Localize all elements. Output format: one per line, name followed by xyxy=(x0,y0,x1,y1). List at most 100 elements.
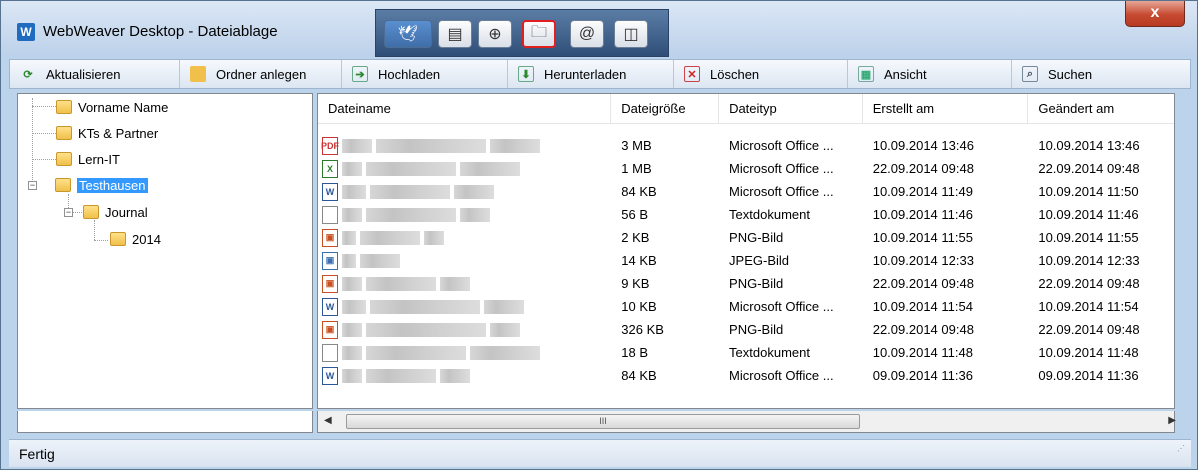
column-header-name[interactable]: Dateiname xyxy=(318,94,612,124)
folder-icon xyxy=(83,205,99,219)
email-icon[interactable]: @ xyxy=(570,20,604,48)
modified-date-cell: 10.09.2014 11:54 xyxy=(1038,299,1139,314)
app-window: W WebWeaver Desktop - Dateiablage 🕊 ▤ ⊕ … xyxy=(0,0,1198,470)
storage-icon[interactable]: ◫ xyxy=(614,20,648,48)
tree-item-label: Testhausen xyxy=(77,177,148,193)
redacted-filename xyxy=(490,322,520,337)
modified-date-cell: 10.09.2014 11:55 xyxy=(1038,230,1139,245)
delete-icon: ✕ xyxy=(684,66,700,82)
redacted-filename xyxy=(366,207,456,222)
message-icon[interactable]: ▤ xyxy=(438,20,472,48)
modified-date-cell: 22.09.2014 09:48 xyxy=(1038,322,1140,337)
created-date-cell: 10.09.2014 11:54 xyxy=(872,299,973,314)
redacted-filename xyxy=(342,253,356,268)
table-row[interactable]: ▣ 2 KB PNG-Bild 10.09.2014 11:55 10.09.2014 … xyxy=(318,226,1174,249)
column-header-created[interactable]: Erstellt am xyxy=(863,94,1029,124)
table-row[interactable]: 18 B Textdokument 10.09.2014 11:48 10.09.20… xyxy=(318,341,1174,364)
excel-icon: X xyxy=(322,159,338,178)
new-folder-button[interactable]: Ordner anlegen xyxy=(180,60,342,88)
file-type-cell: Microsoft Office ... xyxy=(729,184,834,199)
horizontal-scrollbar[interactable]: ◀ III ▶ xyxy=(317,411,1176,433)
resize-grip-icon[interactable]: ⋰ xyxy=(1177,435,1185,463)
file-name-cell: ▣ xyxy=(318,320,611,339)
word-icon: W xyxy=(322,366,338,385)
close-button[interactable]: x xyxy=(1125,1,1185,27)
tree-footer xyxy=(17,411,313,433)
file-list[interactable]: Dateiname Dateigröße Dateityp Erstellt a… xyxy=(317,93,1175,409)
view-icon: ▦ xyxy=(858,66,874,82)
redacted-filename xyxy=(440,368,470,383)
search-button[interactable]: ⌕ Suchen xyxy=(1012,60,1190,88)
globe-icon[interactable]: ⊕ xyxy=(478,20,512,48)
webweaver-logo-icon[interactable]: 🕊 xyxy=(384,20,432,48)
redacted-filename xyxy=(342,207,362,222)
scroll-left-icon[interactable]: ◀ xyxy=(324,415,332,426)
table-row[interactable]: PDF 3 MB Microsoft Office ... 10.09.2014 13… xyxy=(318,134,1174,157)
tree-item-label: Journal xyxy=(105,204,148,220)
refresh-button[interactable]: ⟳ Aktualisieren xyxy=(10,60,180,88)
download-icon: ⬇ xyxy=(518,66,534,82)
file-type-cell: Textdokument xyxy=(729,207,810,222)
download-label: Herunterladen xyxy=(544,66,627,82)
file-size-cell: 3 MB xyxy=(621,138,652,153)
table-row[interactable]: ▣ 14 KB JPEG-Bild 10.09.2014 12:33 10.09.201… xyxy=(318,249,1174,272)
new-folder-icon xyxy=(190,66,206,82)
file-type-cell: Microsoft Office ... xyxy=(729,299,834,314)
redacted-filename xyxy=(490,138,540,153)
file-size-cell: 18 B xyxy=(621,345,649,360)
jpeg-icon: ▣ xyxy=(322,251,338,270)
search-label: Suchen xyxy=(1048,66,1093,82)
modified-date-cell: 10.09.2014 11:48 xyxy=(1038,345,1139,360)
upload-icon: ➔ xyxy=(352,66,368,82)
search-icon: ⌕ xyxy=(1022,66,1038,82)
collapse-icon[interactable]: − xyxy=(28,180,37,190)
modified-date-cell: 10.09.2014 12:33 xyxy=(1038,253,1140,268)
table-row[interactable]: X 1 MB Microsoft Office ... 22.09.2014 09:4… xyxy=(318,157,1174,180)
redacted-filename xyxy=(342,161,362,176)
download-button[interactable]: ⬇ Herunterladen xyxy=(508,60,674,88)
view-button[interactable]: ▦ Ansicht xyxy=(848,60,1012,88)
folder-tree[interactable]: Vorname Name KTs & Partner Lern-IT − Tes… xyxy=(17,93,313,409)
table-row[interactable]: W 84 KB Microsoft Office ... 10.09.2014 11:… xyxy=(318,180,1174,203)
scroll-right-icon[interactable]: ▶ xyxy=(1168,415,1176,426)
tree-item-vorname-name[interactable]: Vorname Name xyxy=(56,97,168,117)
tree-item-2014[interactable]: 2014 xyxy=(110,229,161,249)
scroll-thumb[interactable]: III xyxy=(346,414,860,429)
file-type-cell: JPEG-Bild xyxy=(729,253,790,268)
file-name-cell: ▣ xyxy=(318,251,611,270)
tree-item-testhausen[interactable]: − Testhausen xyxy=(28,175,148,195)
created-date-cell: 10.09.2014 12:33 xyxy=(872,253,974,268)
modified-date-cell: 10.09.2014 11:46 xyxy=(1038,207,1139,222)
column-header-size[interactable]: Dateigröße xyxy=(611,94,720,124)
redacted-filename xyxy=(366,345,466,360)
tree-item-kts-partner[interactable]: KTs & Partner xyxy=(56,123,158,143)
delete-button[interactable]: ✕ Löschen xyxy=(674,60,848,88)
modified-date-cell: 10.09.2014 11:50 xyxy=(1038,184,1139,199)
tree-item-lern-it[interactable]: Lern-IT xyxy=(56,149,120,169)
redacted-filename xyxy=(342,368,362,383)
upload-button[interactable]: ➔ Hochladen xyxy=(342,60,508,88)
column-header-modified[interactable]: Geändert am xyxy=(1028,94,1174,124)
table-row[interactable]: ▣ 9 KB PNG-Bild 22.09.2014 09:48 22.09.2014 … xyxy=(318,272,1174,295)
redacted-filename xyxy=(360,253,400,268)
created-date-cell: 10.09.2014 13:46 xyxy=(872,138,974,153)
created-date-cell: 22.09.2014 09:48 xyxy=(872,322,974,337)
table-row[interactable]: W 10 KB Microsoft Office ... 10.09.2014 11:… xyxy=(318,295,1174,318)
table-row[interactable]: 56 B Textdokument 10.09.2014 11:46 10.09.20… xyxy=(318,203,1174,226)
table-row[interactable]: W 84 KB Microsoft Office ... 09.09.2014 11:… xyxy=(318,364,1174,387)
tree-item-label: KTs & Partner xyxy=(78,125,159,141)
redacted-filename xyxy=(460,207,490,222)
tree-item-journal[interactable]: − Journal xyxy=(64,202,148,222)
table-row[interactable]: ▣ 326 KB PNG-Bild 22.09.2014 09:48 22.09.201… xyxy=(318,318,1174,341)
file-size-cell: 2 KB xyxy=(621,230,650,245)
redacted-filename xyxy=(370,184,450,199)
redacted-filename xyxy=(342,322,362,337)
collapse-icon[interactable]: − xyxy=(64,207,73,217)
folder-icon[interactable]: 🗀 xyxy=(522,20,556,48)
file-name-cell: X xyxy=(318,159,611,178)
column-header-type[interactable]: Dateityp xyxy=(719,94,863,124)
folder-icon xyxy=(56,126,72,140)
toolbar: ⟳ Aktualisieren Ordner anlegen ➔ Hochlad… xyxy=(9,59,1191,89)
tree-item-label: Vorname Name xyxy=(78,99,169,115)
file-type-cell: PNG-Bild xyxy=(729,230,784,245)
